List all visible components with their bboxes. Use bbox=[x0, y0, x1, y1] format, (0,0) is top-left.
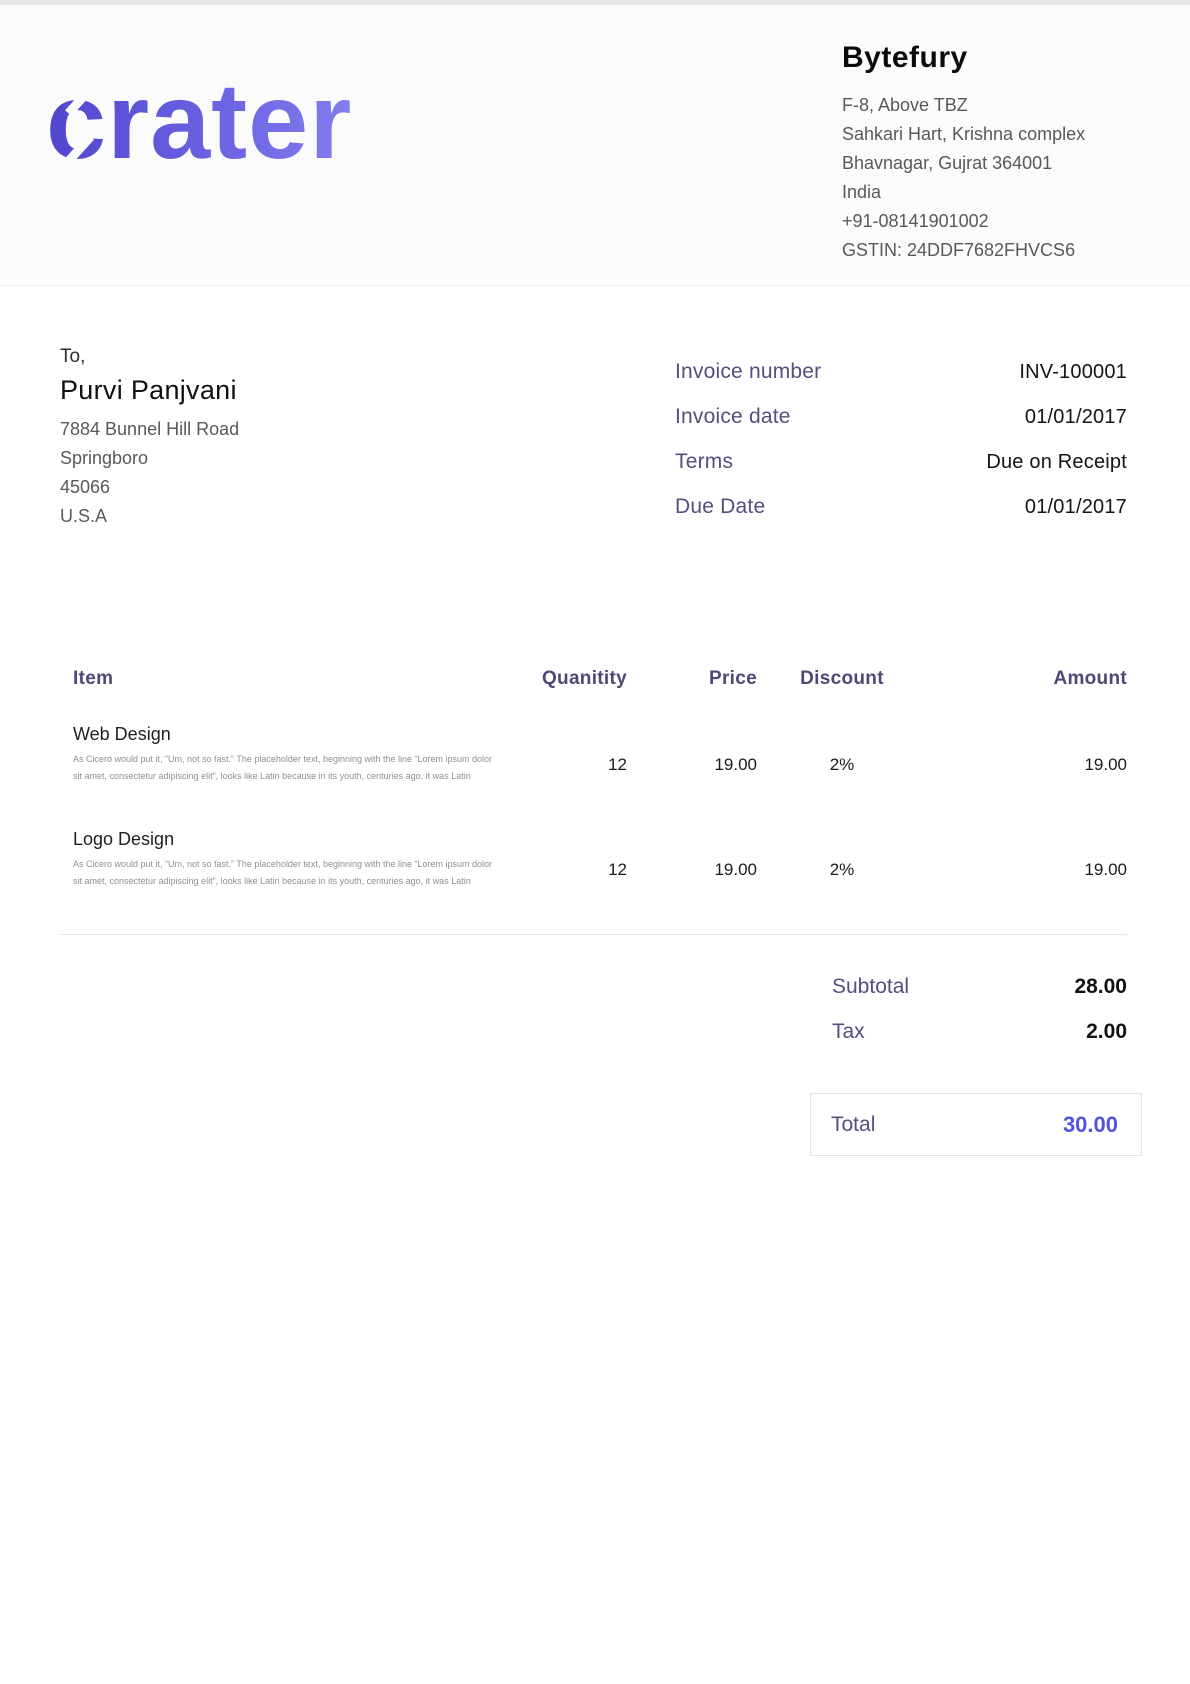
item-quantity: 12 bbox=[507, 724, 627, 785]
total-value: 30.00 bbox=[1063, 1112, 1118, 1138]
subtotal-label: Subtotal bbox=[832, 975, 909, 999]
item-discount: 2% bbox=[757, 829, 927, 890]
invoice-meta-block: Invoice number INV-100001 Invoice date 0… bbox=[675, 346, 1127, 540]
items-table: Item Quanitity Price Discount Amount Web… bbox=[60, 668, 1127, 890]
items-totals-divider bbox=[60, 934, 1127, 935]
item-name: Web Design bbox=[73, 724, 507, 745]
bill-to-block: To, Purvi Panjvani 7884 Bunnel Hill Road… bbox=[60, 346, 239, 540]
company-phone: +91-08141901002 bbox=[842, 207, 1085, 236]
terms-label: Terms bbox=[675, 450, 733, 474]
company-address-line: Bhavnagar, Gujrat 364001 bbox=[842, 149, 1085, 178]
company-gstin: GSTIN: 24DDF7682FHVCS6 bbox=[842, 236, 1085, 265]
invoice-number-value: INV-100001 bbox=[1019, 361, 1127, 384]
terms-row: Terms Due on Receipt bbox=[675, 450, 1127, 495]
item-discount: 2% bbox=[757, 724, 927, 785]
invoice-header: crater Bytefury F-8, Above TBZ Sahkari H… bbox=[0, 5, 1190, 286]
invoice-body: To, Purvi Panjvani 7884 Bunnel Hill Road… bbox=[0, 346, 1190, 1156]
terms-value: Due on Receipt bbox=[986, 451, 1127, 474]
item-amount: 19.00 bbox=[927, 724, 1127, 785]
invoice-number-label: Invoice number bbox=[675, 360, 821, 384]
tax-row: Tax 2.00 bbox=[832, 1020, 1127, 1065]
due-date-label: Due Date bbox=[675, 495, 765, 519]
customer-address-line: 45066 bbox=[60, 473, 239, 502]
item-name: Logo Design bbox=[73, 829, 507, 850]
column-header-item: Item bbox=[60, 668, 507, 690]
customer-address-line: 7884 Bunnel Hill Road bbox=[60, 415, 239, 444]
table-row: Web Design As Cicero would put it, “Um, … bbox=[60, 724, 1127, 785]
crater-logo: crater bbox=[46, 67, 352, 175]
subtotal-row: Subtotal 28.00 bbox=[832, 975, 1127, 1020]
item-description: As Cicero would put it, “Um, not so fast… bbox=[73, 751, 498, 785]
due-date-value: 01/01/2017 bbox=[1025, 496, 1127, 519]
tax-value: 2.00 bbox=[1086, 1020, 1127, 1044]
due-date-row: Due Date 01/01/2017 bbox=[675, 495, 1127, 540]
company-address-line: India bbox=[842, 178, 1085, 207]
column-header-amount: Amount bbox=[927, 668, 1127, 690]
company-address-line: Sahkari Hart, Krishna complex bbox=[842, 120, 1085, 149]
customer-address-line: Springboro bbox=[60, 444, 239, 473]
items-table-header: Item Quanitity Price Discount Amount bbox=[60, 668, 1127, 690]
invoice-number-row: Invoice number INV-100001 bbox=[675, 360, 1127, 405]
customer-address-line: U.S.A bbox=[60, 502, 239, 531]
item-price: 19.00 bbox=[627, 724, 757, 785]
item-amount: 19.00 bbox=[927, 829, 1127, 890]
invoice-date-label: Invoice date bbox=[675, 405, 791, 429]
item-quantity: 12 bbox=[507, 829, 627, 890]
total-label: Total bbox=[831, 1113, 875, 1137]
invoice-date-row: Invoice date 01/01/2017 bbox=[675, 405, 1127, 450]
totals-block: Subtotal 28.00 Tax 2.00 bbox=[832, 975, 1127, 1065]
item-price: 19.00 bbox=[627, 829, 757, 890]
item-description: As Cicero would put it, “Um, not so fast… bbox=[73, 856, 498, 890]
to-label: To, bbox=[60, 346, 239, 368]
column-header-quantity: Quanitity bbox=[507, 668, 627, 690]
tax-label: Tax bbox=[832, 1020, 865, 1044]
table-row: Logo Design As Cicero would put it, “Um,… bbox=[60, 829, 1127, 890]
column-header-price: Price bbox=[627, 668, 757, 690]
item-cell: Logo Design As Cicero would put it, “Um,… bbox=[60, 829, 507, 890]
billing-and-meta-section: To, Purvi Panjvani 7884 Bunnel Hill Road… bbox=[60, 346, 1127, 540]
company-info: Bytefury F-8, Above TBZ Sahkari Hart, Kr… bbox=[842, 41, 1085, 265]
grand-total-box: Total 30.00 bbox=[810, 1093, 1142, 1156]
subtotal-value: 28.00 bbox=[1074, 975, 1127, 999]
column-header-discount: Discount bbox=[757, 668, 927, 690]
item-cell: Web Design As Cicero would put it, “Um, … bbox=[60, 724, 507, 785]
company-name: Bytefury bbox=[842, 41, 1085, 75]
invoice-date-value: 01/01/2017 bbox=[1025, 406, 1127, 429]
customer-name: Purvi Panjvani bbox=[60, 375, 239, 406]
company-address-line: F-8, Above TBZ bbox=[842, 91, 1085, 120]
